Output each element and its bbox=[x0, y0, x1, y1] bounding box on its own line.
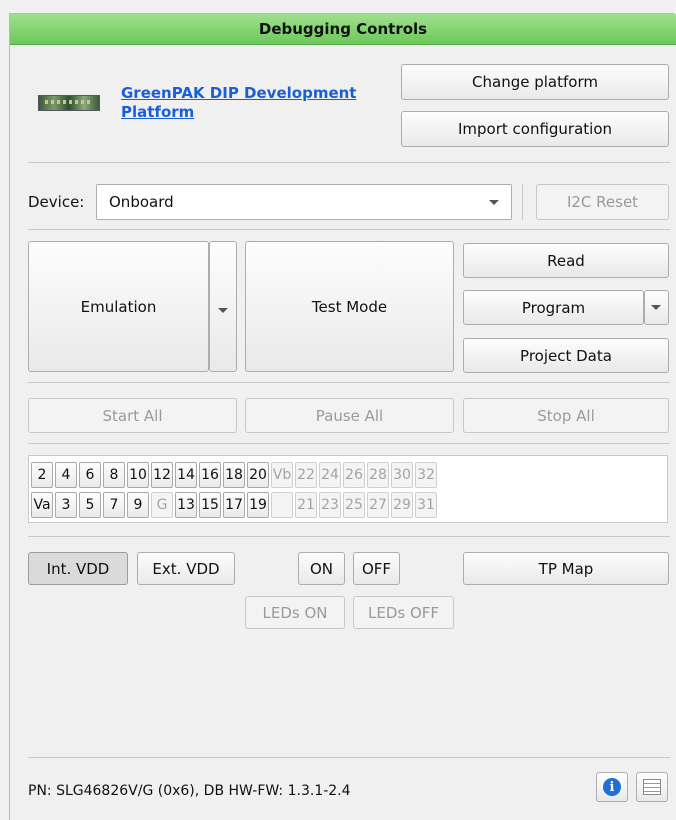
pin-button[interactable]: 16 bbox=[199, 462, 221, 488]
program-dropdown-button[interactable] bbox=[644, 290, 669, 325]
board-image bbox=[38, 95, 100, 111]
pin-button[interactable]: 30 bbox=[391, 462, 413, 488]
pin-button[interactable]: G bbox=[151, 492, 173, 518]
pin-button[interactable]: 23 bbox=[319, 492, 341, 518]
pin-button[interactable]: 22 bbox=[295, 462, 317, 488]
info-icon: i bbox=[603, 778, 621, 796]
pin-button[interactable]: 6 bbox=[79, 462, 101, 488]
pin-button[interactable]: 4 bbox=[55, 462, 77, 488]
pin-button[interactable]: Va bbox=[31, 492, 53, 518]
pin-grid: 2 4 6 8 10 12 14 16 18 20 Vb 22 24 26 28… bbox=[28, 455, 668, 523]
int-vdd-button[interactable]: Int. VDD bbox=[28, 552, 128, 585]
pin-button[interactable]: 9 bbox=[127, 492, 149, 518]
list-icon bbox=[643, 779, 661, 795]
leds-on-button[interactable]: LEDs ON bbox=[245, 596, 345, 629]
i2c-reset-button[interactable]: I2C Reset bbox=[536, 184, 669, 220]
pin-button[interactable]: 31 bbox=[415, 492, 437, 518]
read-button[interactable]: Read bbox=[463, 243, 669, 278]
pin-button[interactable]: 21 bbox=[295, 492, 317, 518]
separator bbox=[28, 382, 670, 383]
pin-button[interactable]: 25 bbox=[343, 492, 365, 518]
panel-header: Debugging Controls bbox=[10, 14, 676, 45]
start-all-button[interactable]: Start All bbox=[28, 398, 237, 433]
pin-button[interactable]: 26 bbox=[343, 462, 365, 488]
pin-button[interactable]: 28 bbox=[367, 462, 389, 488]
test-mode-button[interactable]: Test Mode bbox=[245, 241, 454, 372]
pin-button[interactable]: 18 bbox=[223, 462, 245, 488]
ext-vdd-button[interactable]: Ext. VDD bbox=[137, 552, 235, 585]
off-button[interactable]: OFF bbox=[353, 552, 400, 585]
info-button[interactable]: i bbox=[596, 772, 628, 802]
pin-button[interactable]: 3 bbox=[55, 492, 77, 518]
pin-button[interactable]: 29 bbox=[391, 492, 413, 518]
stop-all-button[interactable]: Stop All bbox=[463, 398, 669, 433]
pin-button[interactable]: 20 bbox=[247, 462, 269, 488]
status-text: PN: SLG46826V/G (0x6), DB HW-FW: 1.3.1-2… bbox=[28, 783, 351, 799]
pin-button[interactable]: 2 bbox=[31, 462, 53, 488]
separator bbox=[28, 229, 670, 230]
pin-button[interactable]: 7 bbox=[103, 492, 125, 518]
pin-button[interactable]: 8 bbox=[103, 462, 125, 488]
emulation-button[interactable]: Emulation bbox=[28, 241, 209, 372]
pin-button[interactable]: 13 bbox=[175, 492, 197, 518]
project-data-button[interactable]: Project Data bbox=[463, 338, 669, 373]
pin-button[interactable]: 10 bbox=[127, 462, 149, 488]
platform-link[interactable]: GreenPAK DIP Development Platform bbox=[121, 84, 381, 122]
divider bbox=[522, 184, 523, 220]
pin-button[interactable]: 12 bbox=[151, 462, 173, 488]
chevron-down-icon bbox=[651, 305, 661, 310]
tp-map-button[interactable]: TP Map bbox=[463, 552, 669, 585]
pin-button[interactable]: 14 bbox=[175, 462, 197, 488]
device-select-value: Onboard bbox=[109, 193, 174, 211]
pin-button[interactable]: 27 bbox=[367, 492, 389, 518]
separator bbox=[28, 757, 670, 758]
pin-button[interactable] bbox=[271, 492, 293, 518]
pin-button[interactable]: Vb bbox=[271, 462, 293, 488]
separator bbox=[28, 162, 670, 163]
pin-button[interactable]: 15 bbox=[199, 492, 221, 518]
chevron-down-icon bbox=[218, 308, 228, 313]
change-platform-button[interactable]: Change platform bbox=[401, 64, 669, 100]
chevron-down-icon bbox=[489, 200, 499, 205]
pause-all-button[interactable]: Pause All bbox=[245, 398, 454, 433]
leds-off-button[interactable]: LEDs OFF bbox=[353, 596, 454, 629]
pin-button[interactable]: 19 bbox=[247, 492, 269, 518]
pin-button[interactable]: 32 bbox=[415, 462, 437, 488]
on-button[interactable]: ON bbox=[298, 552, 345, 585]
emulation-dropdown-button[interactable] bbox=[209, 241, 237, 372]
import-configuration-button[interactable]: Import configuration bbox=[401, 111, 669, 147]
program-button[interactable]: Program bbox=[463, 290, 644, 325]
log-button[interactable] bbox=[636, 772, 668, 802]
pin-button[interactable]: 5 bbox=[79, 492, 101, 518]
device-label: Device: bbox=[28, 193, 85, 211]
pin-button[interactable]: 17 bbox=[223, 492, 245, 518]
separator bbox=[28, 443, 670, 444]
pin-button[interactable]: 24 bbox=[319, 462, 341, 488]
separator bbox=[28, 536, 670, 537]
device-select[interactable]: Onboard bbox=[96, 184, 512, 220]
